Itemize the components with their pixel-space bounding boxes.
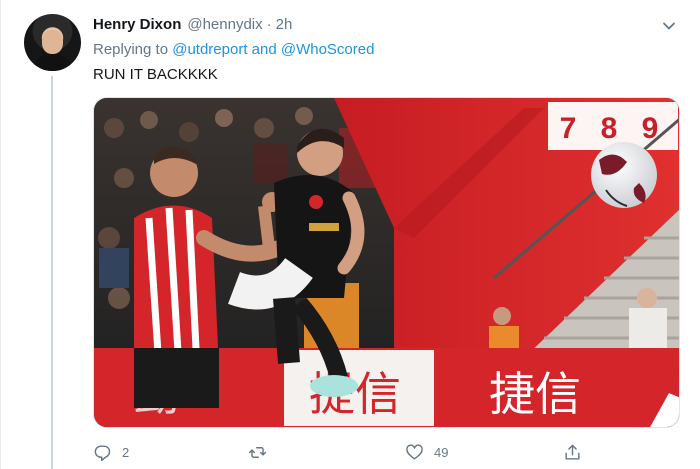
replying-and: and: [251, 41, 277, 58]
replying-prefix: Replying to: [93, 41, 169, 58]
heart-icon: [406, 443, 423, 460]
reply-icon: [94, 444, 111, 461]
share-button[interactable]: [563, 441, 582, 463]
ad-text-3: 捷信: [489, 367, 581, 421]
thread-line: [51, 76, 53, 469]
tweet-header: Henry Dixon @hennydix · 2h: [93, 16, 292, 36]
avatar-shirt: [34, 54, 71, 71]
retweet-button[interactable]: [248, 441, 277, 463]
seat-row-numbers: 7 8 9: [548, 102, 678, 150]
user-handle[interactable]: @hennydix: [187, 16, 262, 33]
mention-whoscored[interactable]: @WhoScored: [281, 41, 375, 58]
like-count: 49: [434, 444, 449, 460]
replying-to: Replying to @utdreport and @WhoScored: [93, 41, 374, 58]
seat-digit-2: 8: [601, 112, 618, 145]
separator: ·: [266, 16, 272, 33]
tweet-text: RUN IT BACKKKK: [93, 66, 218, 83]
chevron-down-icon[interactable]: [661, 18, 677, 34]
seat-digit-1: 7: [560, 112, 577, 145]
timestamp[interactable]: 2h: [276, 16, 293, 33]
share-icon: [565, 444, 580, 460]
tweet-actions: 2 49: [93, 441, 593, 463]
avatar-face: [42, 30, 63, 54]
reply-button[interactable]: 2: [93, 441, 129, 463]
football: [591, 142, 657, 208]
retweet-icon: [248, 446, 267, 458]
like-button[interactable]: 49: [405, 441, 448, 463]
mention-utdreport[interactable]: @utdreport: [172, 41, 247, 58]
avatar[interactable]: [24, 14, 81, 71]
reply-count: 2: [122, 444, 130, 460]
tweet-media-photo[interactable]: 7 8 9 提信 捷信: [93, 97, 680, 428]
display-name[interactable]: Henry Dixon: [93, 16, 181, 33]
football-photo: 7 8 9 提信 捷信: [94, 98, 679, 427]
tweet[interactable]: Henry Dixon @hennydix · 2h Replying to @…: [0, 0, 700, 469]
